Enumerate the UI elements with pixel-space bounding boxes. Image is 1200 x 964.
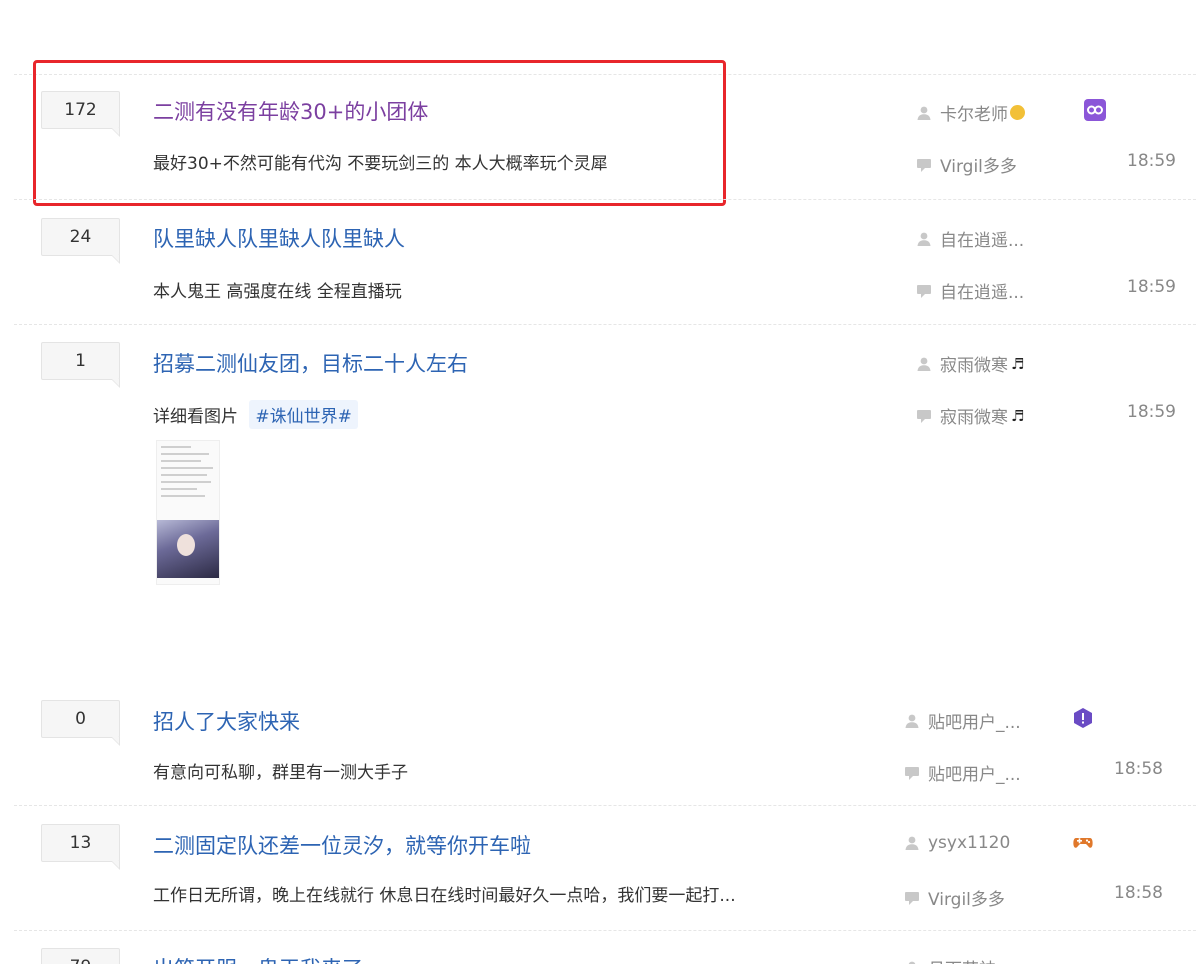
thread-author[interactable]: ysyx1120 bbox=[904, 833, 1010, 853]
reply-icon bbox=[904, 765, 920, 781]
reply-count-badge: 1 bbox=[41, 342, 120, 388]
reply-icon bbox=[916, 408, 932, 424]
topic-tag[interactable]: #诛仙世界# bbox=[249, 400, 358, 429]
user-icon bbox=[904, 835, 920, 851]
thread-author[interactable]: 寂雨微寒 ♬ bbox=[916, 351, 1024, 376]
reply-count-badge: 79 bbox=[41, 948, 120, 964]
author-name[interactable]: 贴吧用户_... bbox=[928, 708, 1021, 733]
last-replier-name[interactable]: 贴吧用户_... bbox=[928, 760, 1021, 785]
reply-icon bbox=[904, 890, 920, 906]
last-replier-name[interactable]: Virgil多多 bbox=[940, 152, 1017, 177]
last-replier-name[interactable]: 自在逍遥... bbox=[940, 278, 1024, 303]
thread-abstract: 详细看图片 #诛仙世界# bbox=[153, 400, 358, 429]
last-reply-time: 18:59 bbox=[1127, 151, 1176, 171]
author-name[interactable]: 月下花神 bbox=[928, 955, 996, 964]
thread-image-thumbnail[interactable] bbox=[156, 440, 220, 585]
thread-abstract: 工作日无所谓，晚上在线就行 休息日在线时间最好久一点哈，我们要一起打... bbox=[153, 886, 736, 906]
last-replier[interactable]: 贴吧用户_... bbox=[904, 760, 1021, 785]
abstract-text: 详细看图片 bbox=[153, 407, 238, 427]
member-level-icon bbox=[1072, 707, 1094, 729]
thread-author[interactable]: 自在逍遥... bbox=[916, 226, 1024, 251]
last-reply-time: 18:59 bbox=[1127, 277, 1176, 297]
thread-title-link[interactable]: 招募二测仙友团，目标二十人左右 bbox=[153, 348, 468, 378]
music-note-icon: ♬ bbox=[1011, 406, 1025, 425]
user-icon bbox=[916, 105, 932, 121]
reply-count-badge: 24 bbox=[41, 218, 120, 264]
thread-title-link[interactable]: 二测固定队还差一位灵汐，就等你开车啦 bbox=[153, 830, 531, 860]
reply-count-badge: 0 bbox=[41, 700, 120, 746]
thread-author[interactable]: 月下花神 bbox=[904, 955, 996, 964]
divider bbox=[14, 199, 1196, 200]
gamepad-icon bbox=[1072, 831, 1094, 853]
screenshot-text-lines bbox=[157, 446, 219, 497]
last-replier-name[interactable]: 寂雨微寒 bbox=[940, 403, 1008, 428]
thread-author[interactable]: 卡尔老师 bbox=[916, 100, 1025, 125]
thread-abstract: 本人鬼王 高强度在线 全程直播玩 bbox=[153, 282, 402, 302]
reply-icon bbox=[916, 283, 932, 299]
author-name[interactable]: 寂雨微寒 bbox=[940, 351, 1008, 376]
author-name[interactable]: 自在逍遥... bbox=[940, 226, 1024, 251]
divider bbox=[14, 805, 1196, 806]
last-replier[interactable]: 寂雨微寒 ♬ bbox=[916, 403, 1024, 428]
author-name[interactable]: ysyx1120 bbox=[928, 833, 1010, 853]
author-name[interactable]: 卡尔老师 bbox=[940, 100, 1008, 125]
emoji-icon bbox=[1010, 105, 1025, 120]
last-reply-time: 18:59 bbox=[1127, 402, 1176, 422]
member-level-icon bbox=[1084, 99, 1106, 121]
reply-count-badge: 13 bbox=[41, 824, 120, 870]
music-note-icon: ♬ bbox=[1011, 354, 1025, 373]
reply-icon bbox=[916, 157, 932, 173]
thread-abstract: 最好30+不然可能有代沟 不要玩剑三的 本人大概率玩个灵犀 bbox=[153, 154, 608, 174]
last-reply-time: 18:58 bbox=[1114, 883, 1163, 903]
thread-abstract: 有意向可私聊，群里有一测大手子 bbox=[153, 763, 408, 783]
thread-title-link[interactable]: 二测有没有年龄30+的小团体 bbox=[153, 96, 428, 126]
last-reply-time: 18:58 bbox=[1114, 759, 1163, 779]
last-replier[interactable]: Virgil多多 bbox=[916, 152, 1017, 177]
thread-title-link[interactable]: 队里缺人队里缺人队里缺人 bbox=[153, 223, 405, 253]
highlight-box bbox=[33, 60, 726, 206]
thread-list-page: 172 二测有没有年龄30+的小团体 最好30+不然可能有代沟 不要玩剑三的 本… bbox=[0, 0, 1200, 964]
character-portrait bbox=[157, 520, 219, 578]
divider bbox=[14, 930, 1196, 931]
user-icon bbox=[904, 960, 920, 964]
last-replier[interactable]: 自在逍遥... bbox=[916, 278, 1024, 303]
user-icon bbox=[916, 231, 932, 247]
reply-count-badge: 172 bbox=[41, 91, 120, 137]
thread-title-link[interactable]: 招人了大家快来 bbox=[153, 706, 300, 736]
user-icon bbox=[916, 356, 932, 372]
last-replier[interactable]: Virgil多多 bbox=[904, 885, 1005, 910]
divider bbox=[14, 324, 1196, 325]
last-replier-name[interactable]: Virgil多多 bbox=[928, 885, 1005, 910]
thread-author[interactable]: 贴吧用户_... bbox=[904, 708, 1021, 733]
user-icon bbox=[904, 713, 920, 729]
thread-title-link[interactable]: 出笼开服，鬼王我来了 bbox=[153, 953, 363, 964]
portrait-face bbox=[177, 534, 195, 556]
